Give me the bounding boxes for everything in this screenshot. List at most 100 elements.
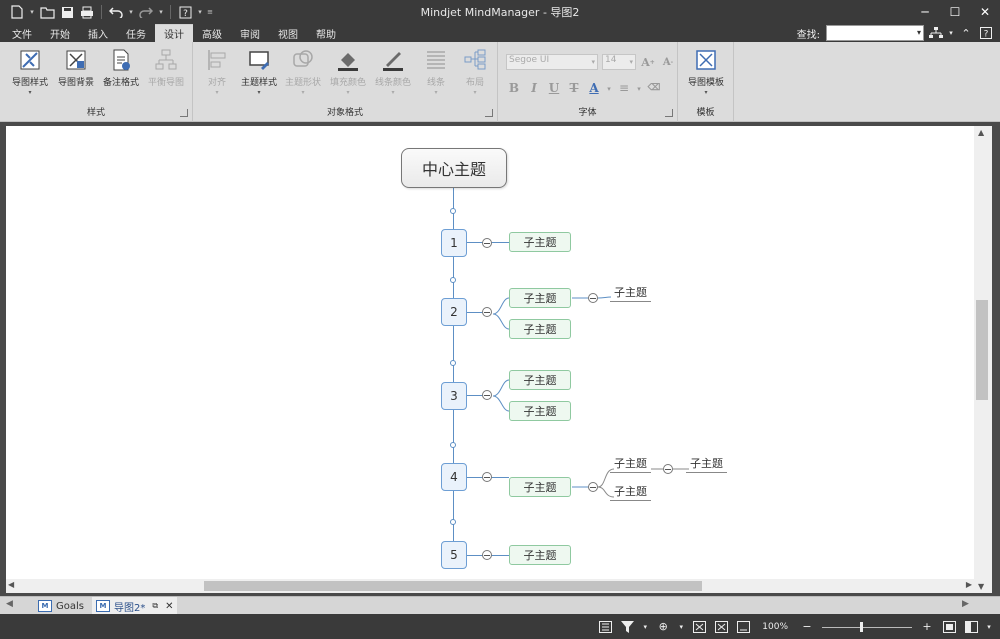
horizontal-scrollbar[interactable]: ◀ ▶ [6, 579, 974, 593]
shrink-font-icon[interactable]: A- [660, 54, 676, 70]
topic-node-1[interactable]: 1 [441, 229, 467, 257]
tabs-scroll-left-icon[interactable]: ◀ [6, 599, 13, 609]
font-color-icon[interactable]: A [586, 80, 602, 96]
restore-tab-icon[interactable]: ⧉ [152, 601, 158, 611]
scroll-right-icon[interactable]: ▶ [966, 580, 972, 589]
search-box[interactable]: ▾ [826, 25, 924, 41]
balance-map-button[interactable]: 平衡导图 [144, 48, 188, 88]
help-box-icon[interactable]: ? [978, 26, 994, 40]
map-style-button[interactable]: 导图样式 ▾ [8, 48, 52, 96]
collapse-toggle-icon[interactable] [482, 472, 492, 482]
tab-insert[interactable]: 插入 [79, 24, 117, 42]
tab-review[interactable]: 审阅 [231, 24, 269, 42]
fit-window-icon[interactable] [942, 620, 956, 634]
doc-tab-map2[interactable]: M 导图2* ⧉ ✕ [92, 597, 178, 615]
new-file-icon[interactable] [8, 3, 26, 21]
floating-subtopic-4a-child[interactable]: 子主题 [686, 455, 727, 473]
font-name-select[interactable]: Segoe UI ▾ [506, 54, 598, 70]
font-size-select[interactable]: 14 ▾ [602, 54, 636, 70]
collapse-toggle-icon[interactable] [663, 464, 673, 474]
help-dropdown-icon[interactable]: ▾ [196, 8, 204, 16]
map-index-icon[interactable] [598, 620, 612, 634]
align-button[interactable]: 对齐 ▾ [195, 48, 239, 96]
redo-dropdown-icon[interactable]: ▾ [157, 8, 165, 16]
layout-view-dropdown-icon[interactable]: ▾ [986, 620, 992, 634]
new-dropdown-icon[interactable]: ▾ [28, 8, 36, 16]
org-chart-dropdown-icon[interactable]: ▾ [948, 26, 954, 40]
save-icon[interactable] [58, 3, 76, 21]
floating-subtopic-4b[interactable]: 子主题 [610, 483, 651, 501]
page-view-icon[interactable] [736, 620, 750, 634]
bold-icon[interactable]: B [506, 80, 522, 96]
subtopic-5[interactable]: 子主题 [509, 545, 571, 565]
floating-subtopic-4a[interactable]: 子主题 [610, 455, 651, 473]
search-input[interactable] [827, 26, 911, 41]
line-button[interactable]: 线条 ▾ [414, 48, 458, 96]
collapse-toggle-icon[interactable] [482, 238, 492, 248]
topic-style-button[interactable]: 主题样式 ▾ [237, 48, 281, 96]
subtopic-3b[interactable]: 子主题 [509, 401, 571, 421]
subtopic-1[interactable]: 子主题 [509, 232, 571, 252]
maximize-icon[interactable]: ☐ [940, 0, 970, 24]
grow-font-icon[interactable]: A + [640, 54, 656, 70]
collapse-toggle-icon[interactable] [482, 307, 492, 317]
notes-format-button[interactable]: 备注格式 [99, 48, 143, 88]
collapse-toggle-icon[interactable] [588, 482, 598, 492]
line-color-button[interactable]: 线条颜色 ▾ [371, 48, 415, 96]
help-icon[interactable]: ? [176, 3, 194, 21]
align-text-dropdown-icon[interactable]: ▾ [636, 80, 642, 96]
tabs-scroll-right-icon[interactable]: ▶ [962, 599, 969, 609]
scroll-left-icon[interactable]: ◀ [8, 580, 14, 589]
scroll-down-icon[interactable]: ▼ [978, 582, 984, 591]
close-icon[interactable]: ✕ [970, 0, 1000, 24]
filter-icon[interactable] [620, 620, 634, 634]
scroll-up-icon[interactable]: ▲ [978, 128, 984, 137]
italic-icon[interactable]: I [526, 80, 542, 96]
minimize-icon[interactable]: ─ [910, 0, 940, 24]
doc-tab-goals[interactable]: M Goals [34, 597, 88, 615]
fill-color-button[interactable]: 填充颜色 ▾ [326, 48, 370, 96]
subtopic-2a[interactable]: 子主题 [509, 288, 571, 308]
map-background-button[interactable]: 导图背景 [54, 48, 98, 88]
topic-node-4[interactable]: 4 [441, 463, 467, 491]
tab-help[interactable]: 帮助 [307, 24, 345, 42]
subtopic-2b[interactable]: 子主题 [509, 319, 571, 339]
topic-node-5[interactable]: 5 [441, 541, 467, 569]
floating-subtopic-2a[interactable]: 子主题 [610, 284, 651, 302]
collapse-ribbon-icon[interactable]: ⌃ [958, 26, 974, 40]
customize-qat-icon[interactable]: ≡ [206, 8, 214, 16]
underline-icon[interactable]: U [546, 80, 562, 96]
zoom-slider[interactable] [822, 621, 912, 633]
close-tab-icon[interactable]: ✕ [165, 601, 173, 612]
layout-view-icon[interactable] [964, 620, 978, 634]
map-canvas[interactable]: 中心主题 1 子主题 2 子主题 子主题 子主题 3 子主题 子主题 4 子主题… [6, 126, 974, 579]
search-dropdown-icon[interactable]: ▾ [917, 28, 921, 37]
tab-home[interactable]: 开始 [41, 24, 79, 42]
strikethrough-icon[interactable]: T [566, 80, 582, 96]
tab-view[interactable]: 视图 [269, 24, 307, 42]
undo-dropdown-icon[interactable]: ▾ [127, 8, 135, 16]
redo-icon[interactable] [137, 3, 155, 21]
focus-dropdown-icon[interactable]: ▾ [678, 620, 684, 634]
tab-design[interactable]: 设计 [155, 24, 193, 42]
align-text-icon[interactable]: ≡ [616, 80, 632, 96]
fit-map-icon[interactable] [692, 620, 706, 634]
vertical-scrollbar[interactable]: ▲ ▼ [974, 126, 992, 593]
open-folder-icon[interactable] [38, 3, 56, 21]
org-chart-icon[interactable] [928, 26, 944, 40]
collapse-toggle-icon[interactable] [482, 390, 492, 400]
layout-button[interactable]: 布局 ▾ [453, 48, 497, 96]
vertical-scroll-thumb[interactable] [976, 300, 988, 400]
object-format-dialog-launcher-icon[interactable] [485, 109, 493, 117]
font-dialog-launcher-icon[interactable] [665, 109, 673, 117]
topic-node-2[interactable]: 2 [441, 298, 467, 326]
style-dialog-launcher-icon[interactable] [180, 109, 188, 117]
topic-node-3[interactable]: 3 [441, 382, 467, 410]
font-color-dropdown-icon[interactable]: ▾ [606, 80, 612, 96]
central-topic[interactable]: 中心主题 [401, 148, 507, 188]
tab-file[interactable]: 文件 [0, 24, 41, 42]
zoom-out-icon[interactable]: − [800, 620, 814, 634]
clear-format-icon[interactable]: ⌫ [646, 80, 662, 96]
focus-topic-icon[interactable]: ⊕ [656, 620, 670, 634]
tab-advanced[interactable]: 高级 [193, 24, 231, 42]
